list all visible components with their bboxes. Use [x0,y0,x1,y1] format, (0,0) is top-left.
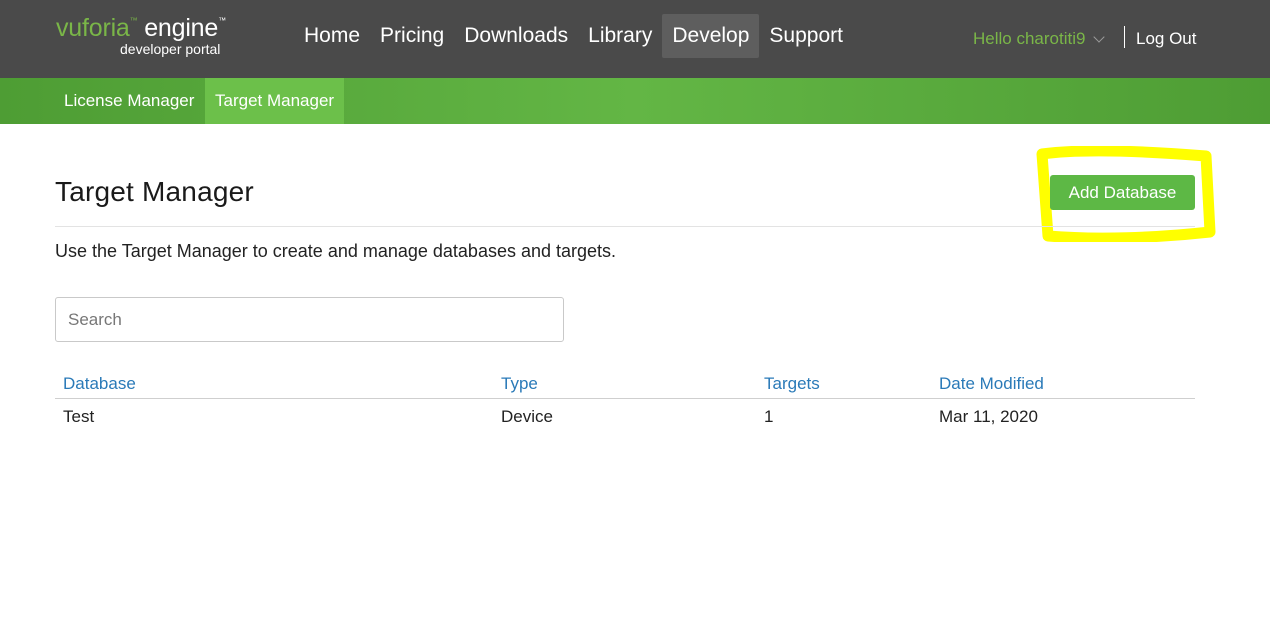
column-header-type[interactable]: Type [501,374,538,394]
user-greeting: Hello charotiti9 [973,29,1086,48]
logo-product-trademark: ™ [218,16,226,25]
page-description: Use the Target Manager to create and man… [55,241,617,261]
nav-home[interactable]: Home [294,14,370,58]
vuforia-logo[interactable]: vuforia™ engine™ developer portal [56,14,226,57]
logout-link[interactable]: Log Out [1136,27,1197,51]
title-divider [55,226,1195,227]
nav-downloads[interactable]: Downloads [454,14,578,58]
logo-wordmark: vuforia™ engine™ [56,14,226,42]
search-input[interactable] [55,297,564,342]
cell-targets: 1 [764,407,774,426]
column-header-database[interactable]: Database [63,374,136,394]
chevron-down-icon [1093,30,1106,43]
sub-nav: License Manager Target Manager [0,78,1270,124]
add-database-button[interactable]: Add Database [1050,175,1195,210]
subnav-license-manager[interactable]: License Manager [54,78,204,124]
table-header-divider [55,398,1195,399]
cell-type: Device [501,407,553,426]
column-header-date-modified[interactable]: Date Modified [939,374,1044,394]
cell-date-modified: Mar 11, 2020 [939,407,1038,426]
top-header: vuforia™ engine™ developer portal Home P… [0,0,1270,78]
cell-database-name[interactable]: Test [63,407,94,427]
nav-pricing[interactable]: Pricing [370,14,454,58]
column-header-targets[interactable]: Targets [764,374,820,394]
user-menu[interactable]: Hello charotiti9 [973,26,1106,52]
logo-brand: vuforia [56,14,130,42]
logo-product: engine [144,14,219,42]
main-nav: Home Pricing Downloads Library Develop S… [294,14,853,58]
nav-library[interactable]: Library [578,14,662,58]
logo-subtitle: developer portal [120,41,221,57]
nav-develop[interactable]: Develop [662,14,760,58]
page-title: Target Manager [55,176,254,207]
subnav-target-manager[interactable]: Target Manager [205,78,345,124]
nav-support[interactable]: Support [759,14,853,58]
header-divider [1124,26,1125,48]
logo-brand-trademark: ™ [129,16,138,25]
